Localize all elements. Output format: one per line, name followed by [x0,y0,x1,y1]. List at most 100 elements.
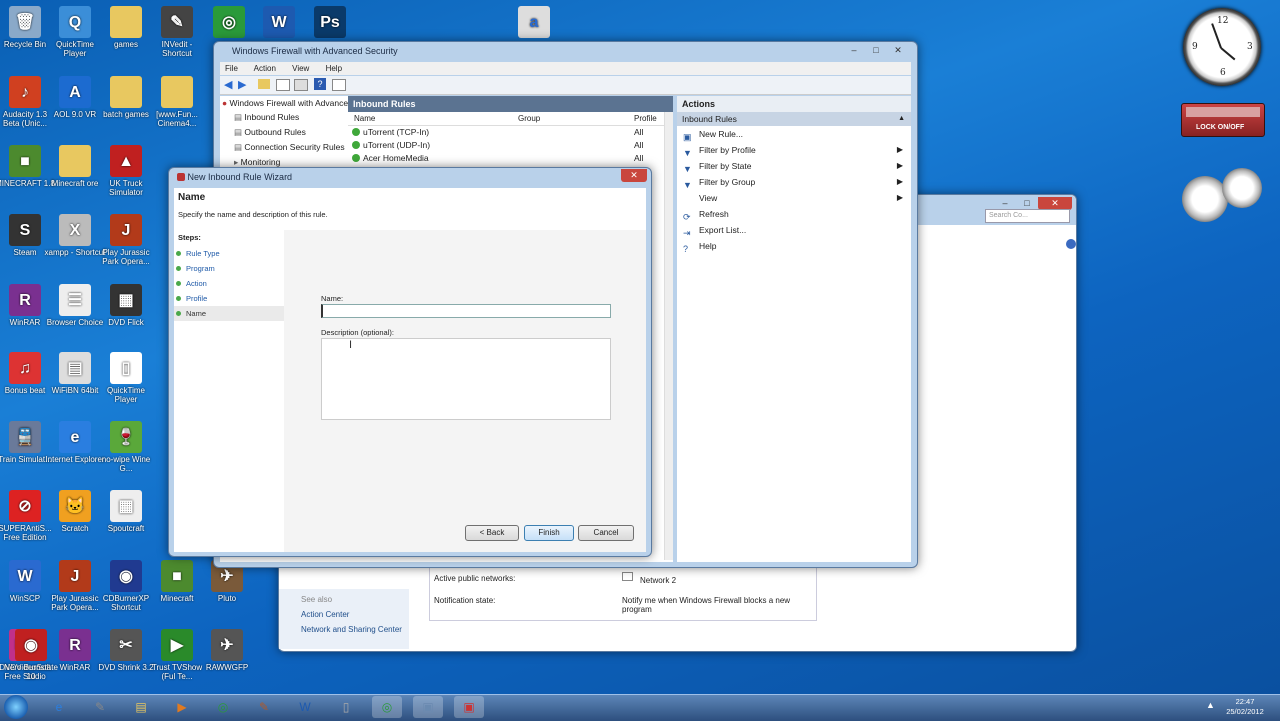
desktop-icon[interactable]: ◎ [212,6,246,40]
explorer-icon[interactable]: ▤ [126,696,156,718]
description-textarea[interactable] [321,338,611,420]
mmc-icon-glyph: ▣ [422,700,434,714]
see-also-label: See also [301,595,333,604]
minimize-icon[interactable]: – [843,44,865,57]
action-item[interactable]: ⇥ Export List... [677,222,911,238]
tree-inbound-rules[interactable]: ▤ Inbound Rules [222,110,348,125]
actions-section[interactable]: Inbound Rules ▲ [677,112,911,126]
control-panel-sidebar: See also Action Center Network and Shari… [279,589,409,649]
folder-icon [110,6,142,38]
table-row[interactable]: Acer HomeMedia All [348,152,673,165]
wizard-step-label: Program [186,264,215,273]
action-item[interactable]: ⟳ Refresh [677,206,911,222]
chrome-icon[interactable]: ◎ [372,696,402,718]
desktop-icon[interactable]: a [517,6,551,40]
column-name[interactable]: Name [354,112,375,125]
cpu-meter-gadget[interactable] [1182,168,1264,222]
menu-help[interactable]: Help [326,64,342,73]
name-input[interactable] [321,304,611,318]
control-panel-scroll[interactable] [1066,239,1076,249]
firewall-root-icon: ● [222,98,228,108]
rule-name: Acer HomeMedia [363,153,429,163]
collapse-icon[interactable]: ▲ [898,112,905,126]
desktop-icon[interactable]: W [262,6,296,40]
wizard-step-label: Profile [186,294,208,303]
link-action-center[interactable]: Action Center [279,604,409,619]
audacity-icon: ♪ [9,76,41,108]
table-row[interactable]: uTorrent (UDP-In) All [348,139,673,152]
column-group[interactable]: Group [518,112,540,125]
desktop-icon[interactable]: ▯ QuickTime Player [95,352,157,404]
finish-button[interactable]: Finish [524,525,574,541]
taskbar-clock[interactable]: 22:47 25/02/2012 [1222,697,1268,717]
firewall-icon[interactable]: ▣ [454,696,484,718]
notepad-icon[interactable]: ▯ [331,696,361,718]
maximize-icon[interactable]: □ [865,44,887,57]
photoshop-icon: Ps [314,6,346,38]
menu-action[interactable]: Action [254,64,276,73]
menu-view[interactable]: View [292,64,309,73]
action-label: Refresh [699,209,729,219]
desktop-icon[interactable]: [www.Fun... Cinema4... [146,76,208,128]
network-icon [622,572,633,581]
cancel-button[interactable]: Cancel [578,525,634,541]
word-icon[interactable]: W [290,696,320,718]
table-row[interactable]: uTorrent (TCP-In) All [348,126,673,139]
wizard-body: Name Specify the name and description of… [174,188,646,552]
ie-icon[interactable]: e [44,696,74,718]
paint-icon[interactable]: ✎ [249,696,279,718]
back-button[interactable]: < Back [465,525,519,541]
action-item[interactable]: ▣ New Rule... [677,126,911,142]
clock-gadget[interactable]: 12 3 6 9 [1183,8,1261,86]
cdburner-icon: ◉ [110,560,142,592]
desktop-icon[interactable]: ◉ Nero Burnstate 10 [0,629,62,681]
wrench-icon[interactable]: ✎ [85,696,115,718]
dvdflick-icon: ▦ [110,284,142,316]
rules-scrollbar[interactable] [664,112,673,560]
column-profile[interactable]: Profile [634,112,657,125]
action-item[interactable]: ? Help [677,238,911,254]
desktop-icon[interactable]: ✎ INVedit - Shortcut [146,6,208,58]
wizard-window-controls: ✕ [621,169,647,182]
notification-label: Notification state: [434,596,496,605]
search-input[interactable]: Search Co... [985,209,1070,223]
close-icon[interactable]: ✕ [621,169,647,182]
back-arrow-icon[interactable]: ◀ [224,78,232,91]
forward-arrow-icon[interactable]: ▶ [238,78,246,91]
desktop-icon[interactable]: ✈ RAWWGFP [196,629,258,672]
action-item[interactable]: ▼ Filter by Profile ▶ [677,142,911,158]
help-toolbar-icon[interactable]: ? [314,78,326,90]
tree-outbound-rules[interactable]: ▤ Outbound Rules [222,125,348,140]
action-item[interactable]: ▼ Filter by Group ▶ [677,174,911,190]
media-player-icon[interactable]: ▶ [167,696,197,718]
wizard-heading: Name [178,192,206,203]
chrome-icon[interactable]: ◎ [208,696,238,718]
tree-connection-security[interactable]: ▤ Connection Security Rules [222,140,348,155]
wizard-step: Rule Type [174,246,284,261]
chrome-icon-glyph: ◎ [381,700,393,714]
desktop-icon[interactable]: Ps [313,6,347,40]
wizard-step: Program [174,261,284,276]
start-button[interactable] [4,695,28,719]
link-network-sharing[interactable]: Network and Sharing Center [279,619,409,634]
lock-gadget[interactable]: LOCK ON/OFF [1181,103,1265,137]
desktop-icon[interactable]: J Play Jurassic Park Opera... [95,214,157,266]
properties-icon[interactable] [294,79,308,91]
mmc-icon[interactable]: ▣ [413,696,443,718]
menu-file[interactable]: File [225,64,238,73]
desktop-icon[interactable]: 🍷 no-wipe Wine G... [95,421,157,473]
console-icon[interactable] [332,79,346,91]
desktop-icon[interactable]: ▦ Spoutcraft [95,490,157,533]
minecraft-icon: ■ [161,560,193,592]
close-icon[interactable]: ✕ [887,44,909,57]
show-hidden-icons[interactable]: ▲ [1206,700,1215,710]
show-tree-icon[interactable] [276,79,290,91]
up-folder-icon[interactable] [258,79,270,89]
desktop-icon[interactable]: ▦ DVD Flick [95,284,157,327]
new-inbound-rule-wizard[interactable]: New Inbound Rule Wizard ✕ Name Specify t… [168,167,652,557]
clock-number-6: 6 [1220,68,1226,78]
tree-root[interactable]: ● Windows Firewall with Advance [222,96,348,110]
desktop-icon[interactable]: ▲ UK Truck Simulator [95,145,157,197]
action-item[interactable]: ▼ Filter by State ▶ [677,158,911,174]
action-item[interactable]: View ▶ [677,190,911,206]
